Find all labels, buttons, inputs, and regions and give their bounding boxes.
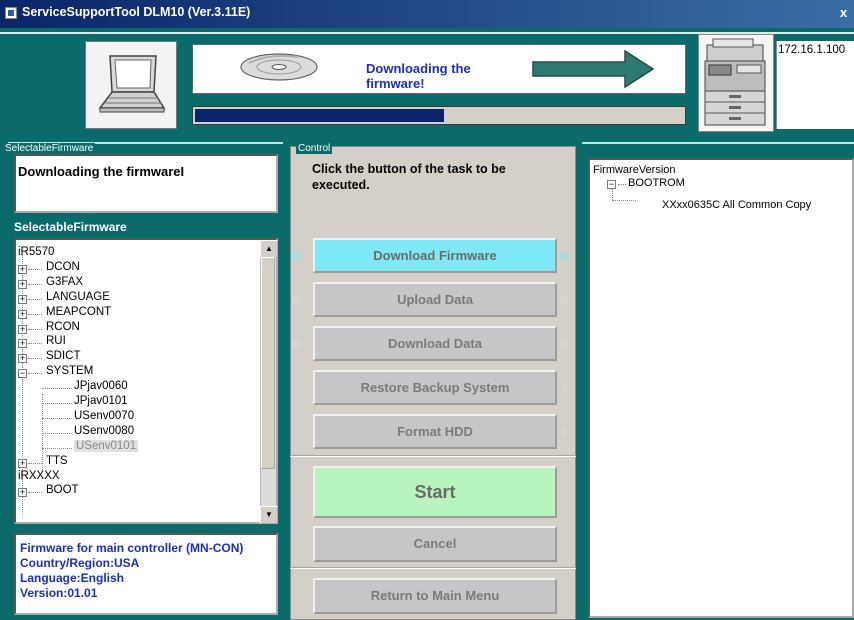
- info-line-country: Country/Region:USA: [20, 556, 140, 570]
- tree-root-15[interactable]: iRXXXX: [18, 470, 60, 482]
- start-button[interactable]: Start: [313, 466, 557, 518]
- download-data-right-arrow-icon: »: [559, 333, 570, 353]
- upload-data-button[interactable]: Upload Data: [313, 282, 557, 317]
- info-line-version: Version:01.01: [20, 586, 98, 600]
- message-box: [14, 154, 278, 213]
- restore-backup-system-button[interactable]: Restore Backup System: [313, 370, 557, 405]
- tree-item-4[interactable]: MEAPCONT: [46, 306, 111, 318]
- download-firmware-button[interactable]: Download Firmware: [313, 238, 557, 273]
- info-line-description: Firmware for main controller (MN-CON): [20, 541, 244, 555]
- expand-icon[interactable]: +: [18, 324, 27, 334]
- firmware-version-root: FirmwareVersion: [593, 164, 676, 176]
- tree-item-5[interactable]: RCON: [46, 321, 80, 333]
- progress-fill: [195, 109, 444, 122]
- collapse-bootrom-icon[interactable]: −: [607, 180, 616, 189]
- cancel-button[interactable]: Cancel: [313, 526, 557, 562]
- tree-leaf-9[interactable]: JPjav0060: [74, 380, 128, 392]
- download-data-left-arrow-icon: »: [291, 333, 302, 353]
- tree-leaf-12[interactable]: USenv0080: [74, 425, 134, 437]
- download-data-button[interactable]: Download Data: [313, 326, 557, 361]
- return-to-main-menu-button[interactable]: Return to Main Menu: [313, 578, 557, 614]
- bootrom-node[interactable]: BOOTROM: [628, 177, 685, 189]
- laptop-icon: [85, 41, 177, 129]
- scroll-down-button[interactable]: ▼: [260, 506, 278, 524]
- tree-item-2[interactable]: G3FAX: [46, 276, 83, 288]
- app-icon: [5, 7, 17, 19]
- tree-item-14[interactable]: TTS: [46, 455, 68, 467]
- tree-leaf-10[interactable]: JPjav0101: [74, 395, 128, 407]
- control-divider-bottom: [290, 567, 576, 569]
- scroll-up-button[interactable]: ▲: [260, 240, 278, 258]
- tree-item-6[interactable]: RUI: [46, 335, 66, 347]
- tree-item-8[interactable]: SYSTEM: [46, 365, 93, 377]
- firmware-tree[interactable]: iR5570 + DCON + G3FAX + LANGUAGE + MEAPCONT + RCON…: [14, 238, 278, 524]
- control-divider: [290, 455, 576, 457]
- format-hdd-button[interactable]: Format HDD: [313, 414, 557, 449]
- download-firmware-right-arrow-icon: »: [559, 245, 570, 265]
- expand-icon[interactable]: +: [18, 339, 27, 349]
- upload-data-right-arrow-icon: «: [559, 289, 570, 309]
- upload-data-left-arrow-icon: «: [291, 289, 302, 309]
- instruction-text: Click the button of the task to be execu…: [312, 162, 506, 192]
- ip-address: 172.16.1.100: [778, 44, 846, 56]
- printer-icon: [698, 34, 774, 132]
- tree-leaf-13[interactable]: USenv0101: [74, 439, 139, 452]
- restore-backup-arrow-icon: ›: [562, 377, 568, 397]
- expand-icon[interactable]: +: [18, 294, 27, 304]
- tree-item-1[interactable]: DCON: [46, 261, 80, 273]
- expand-icon[interactable]: +: [18, 488, 27, 498]
- close-button[interactable]: x: [840, 5, 847, 20]
- collapse-icon[interactable]: −: [18, 369, 27, 379]
- selectable-firmware-group-label: SelectableFirmware: [5, 143, 96, 154]
- firmware-version-tree[interactable]: [588, 158, 854, 618]
- bootrom-entry[interactable]: XXxx0635C All Common Copy: [662, 199, 811, 211]
- window-title: ServiceSupportTool DLM10 (Ver.3.11E): [22, 5, 251, 19]
- control-group-label: Control: [296, 143, 333, 154]
- tree-leaf-11[interactable]: USenv0070: [74, 410, 134, 422]
- info-line-language: Language:English: [20, 571, 125, 585]
- expand-icon[interactable]: +: [18, 354, 27, 364]
- scroll-thumb[interactable]: [261, 257, 275, 469]
- expand-icon[interactable]: +: [18, 309, 27, 319]
- format-hdd-arrow-icon: ›: [562, 421, 568, 441]
- expand-icon[interactable]: +: [18, 264, 27, 274]
- download-message: Downloading the firmwareI: [18, 164, 185, 179]
- tree-item-3[interactable]: LANGUAGE: [46, 291, 110, 303]
- expand-icon[interactable]: +: [18, 279, 27, 289]
- tree-item-16[interactable]: BOOT: [46, 484, 79, 496]
- download-status-text: Downloading the firmware!: [366, 61, 471, 91]
- selectable-firmware-title: SelectableFirmware: [14, 220, 127, 234]
- tree-root-0[interactable]: iR5570: [18, 246, 54, 258]
- expand-icon[interactable]: +: [18, 458, 27, 468]
- tree-item-7[interactable]: SDICT: [46, 350, 81, 362]
- download-firmware-left-arrow-icon: »: [291, 245, 302, 265]
